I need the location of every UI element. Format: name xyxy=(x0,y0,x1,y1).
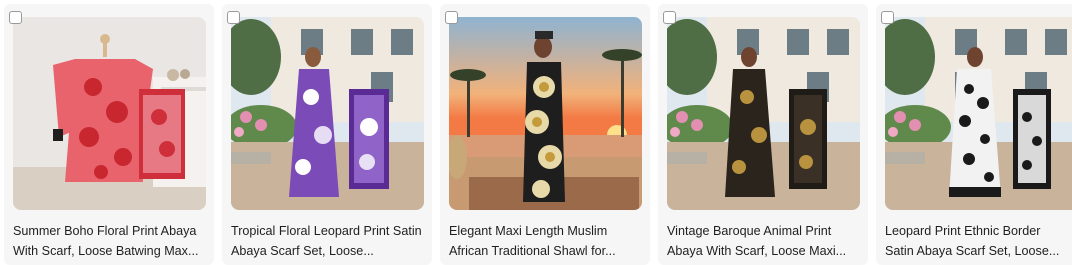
product-card[interactable]: Elegant Maxi Length Muslim African Tradi… xyxy=(440,4,650,265)
product-image[interactable] xyxy=(449,17,642,210)
select-checkbox[interactable] xyxy=(9,11,22,24)
product-title[interactable]: Vintage Baroque Animal Print Abaya With … xyxy=(667,221,863,261)
select-checkbox[interactable] xyxy=(881,11,894,24)
select-checkbox[interactable] xyxy=(445,11,458,24)
product-card[interactable]: Vintage Baroque Animal Print Abaya With … xyxy=(658,4,868,265)
select-checkbox[interactable] xyxy=(663,11,676,24)
product-title[interactable]: Leopard Print Ethnic Border Satin Abaya … xyxy=(885,221,1065,261)
product-image[interactable] xyxy=(885,17,1072,210)
product-card[interactable]: Summer Boho Floral Print Abaya With Scar… xyxy=(4,4,214,265)
product-image[interactable] xyxy=(13,17,206,210)
product-title[interactable]: Elegant Maxi Length Muslim African Tradi… xyxy=(449,221,645,261)
product-image[interactable] xyxy=(231,17,424,210)
product-title[interactable]: Tropical Floral Leopard Print Satin Abay… xyxy=(231,221,427,261)
product-image[interactable] xyxy=(667,17,860,210)
product-title[interactable]: Summer Boho Floral Print Abaya With Scar… xyxy=(13,221,209,261)
product-card[interactable]: Leopard Print Ethnic Border Satin Abaya … xyxy=(876,4,1072,265)
product-card[interactable]: Tropical Floral Leopard Print Satin Abay… xyxy=(222,4,432,265)
product-grid: Summer Boho Floral Print Abaya With Scar… xyxy=(0,0,1072,265)
select-checkbox[interactable] xyxy=(227,11,240,24)
